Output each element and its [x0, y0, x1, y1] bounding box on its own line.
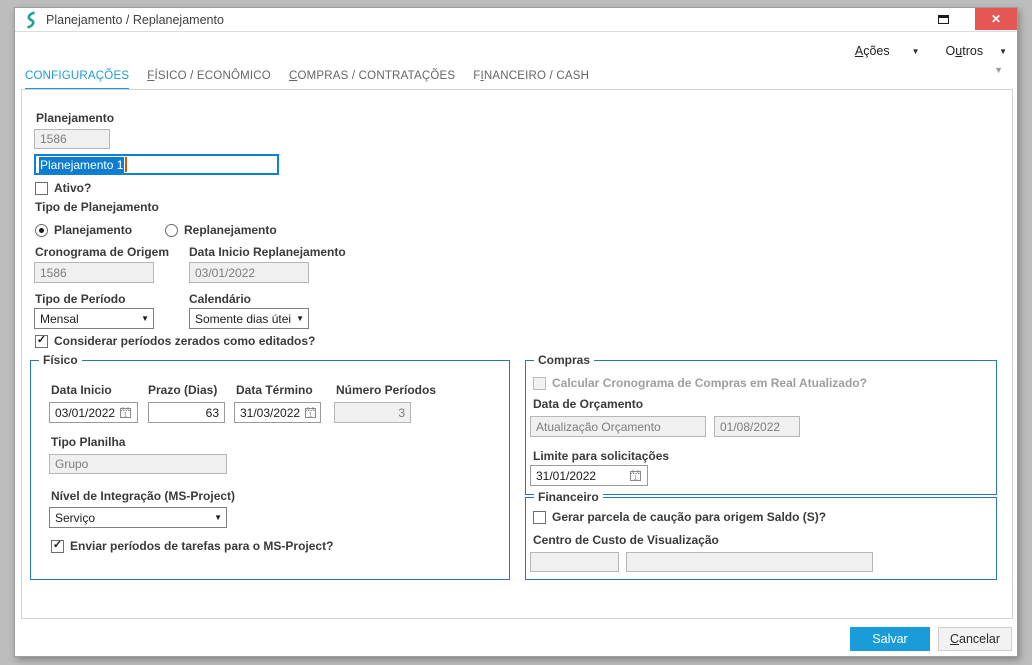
tab-compras-contratacoes[interactable]: COMPRAS / CONTRATAÇÕES	[289, 70, 455, 91]
outros-label: Outros	[945, 44, 984, 58]
financeiro-group: Financeiro Gerar parcela de caução para …	[525, 490, 997, 580]
checkbox-checked-icon: ✓	[35, 334, 48, 348]
tipo-planejamento-label: Tipo de Planejamento	[35, 200, 159, 214]
menubar: Ações ▼ Outros ▼	[855, 41, 1007, 61]
app-logo-icon	[23, 10, 38, 29]
checkbox-disabled-icon	[533, 376, 546, 390]
tipo-planilha-field: Grupo	[49, 454, 227, 474]
dropdown-arrow-icon: ▼	[296, 314, 304, 323]
tab-configuracoes[interactable]: CONFIGURAÇÕES	[25, 70, 130, 91]
tab-bar: CONFIGURAÇÕES FÍSICO / ECONÔMICO COMPRAS…	[25, 70, 589, 91]
dropdown-arrow-icon: ▼	[141, 314, 149, 323]
nivel-integracao-select[interactable]: Serviço ▼	[49, 507, 227, 528]
planejamento-id-field: 1586	[34, 129, 110, 149]
dropdown-arrow-icon: ▼	[214, 513, 222, 522]
checkbox-checked-icon: ✓	[51, 539, 64, 553]
compras-group-title: Compras	[534, 353, 595, 367]
limite-solicitacoes-field[interactable]: 31/01/2022 1	[530, 465, 648, 486]
acoes-label: Ações	[854, 44, 890, 58]
considerar-zerados-checkbox[interactable]: ✓ Considerar períodos zerados como edita…	[35, 334, 315, 348]
data-inicio-field[interactable]: 03/01/2022 1	[49, 402, 138, 423]
checkbox-icon	[533, 510, 546, 524]
cronograma-origem-label: Cronograma de Origem	[35, 245, 170, 259]
window-title: Planejamento / Replanejamento	[46, 12, 224, 27]
nivel-integracao-label: Nível de Integração (MS-Project)	[51, 489, 236, 503]
planejamento-nome-field[interactable]: Planejamento 1	[34, 154, 279, 175]
radio-planejamento[interactable]: Planejamento	[35, 223, 132, 237]
limite-solicitacoes-label: Limite para solicitações	[533, 449, 670, 463]
data-termino-label: Data Término	[236, 383, 313, 397]
radio-replanejamento[interactable]: Replanejamento	[165, 223, 277, 237]
configuracoes-panel: Planejamento 1586 Planejamento 1 Ativo? …	[21, 89, 1013, 619]
calcular-real-atualizado-checkbox: Calcular Cronograma de Compras em Real A…	[533, 376, 867, 390]
checkbox-icon	[35, 181, 48, 195]
acoes-menu-button[interactable]: Ações ▼	[855, 44, 920, 58]
fisico-group: Físico Data Inicio Prazo (Dias) Data Tér…	[30, 353, 510, 580]
calendar-icon[interactable]: 1	[629, 469, 642, 482]
chevron-down-icon: ▼	[911, 46, 920, 56]
svg-text:1: 1	[634, 475, 638, 482]
maximize-icon	[937, 14, 949, 24]
centro-custo-label: Centro de Custo de Visualização	[533, 533, 719, 547]
selected-text: Planejamento 1	[39, 156, 125, 173]
cancelar-button[interactable]: Cancelar	[938, 627, 1012, 651]
numero-periodos-label: Número Períodos	[336, 383, 437, 397]
fisico-group-title: Físico	[39, 353, 82, 367]
planejamento-label: Planejamento	[36, 111, 115, 125]
data-inicio-label: Data Inicio	[51, 383, 112, 397]
financeiro-group-title: Financeiro	[534, 490, 603, 504]
tipo-planilha-label: Tipo Planilha	[51, 435, 126, 449]
tipo-periodo-label: Tipo de Período	[35, 292, 126, 306]
tab-financeiro-cash[interactable]: FINANCEIRO / CASH	[473, 70, 589, 91]
compras-group: Compras Calcular Cronograma de Compras e…	[525, 353, 997, 495]
numero-periodos-field: 3	[334, 402, 411, 423]
data-orcamento-label: Data de Orçamento	[533, 397, 644, 411]
calendar-icon[interactable]: 1	[304, 406, 317, 419]
prazo-dias-label: Prazo (Dias)	[148, 383, 218, 397]
enviar-periodos-checkbox[interactable]: ✓ Enviar períodos de tarefas para o MS-P…	[51, 539, 333, 553]
maximize-button[interactable]	[931, 8, 955, 30]
app-window: Planejamento / Replanejamento ✕ Ações ▼ …	[14, 7, 1018, 657]
chevron-down-icon: ▼	[999, 46, 1007, 56]
ativo-checkbox[interactable]: Ativo?	[35, 181, 91, 195]
collapse-chevron-icon[interactable]: ▼	[994, 65, 1003, 75]
tab-fisico-economico[interactable]: FÍSICO / ECONÔMICO	[147, 70, 271, 91]
calendar-icon[interactable]: 1	[119, 406, 132, 419]
centro-custo-codigo-field	[530, 552, 619, 572]
outros-menu-button[interactable]: Outros ▼	[946, 44, 1007, 58]
calendario-label: Calendário	[189, 292, 252, 306]
calendario-select[interactable]: Somente dias útei ▼	[189, 308, 309, 329]
radio-icon	[165, 223, 178, 237]
salvar-button[interactable]: Salvar	[850, 627, 930, 651]
gerar-parcela-checkbox[interactable]: Gerar parcela de caução para origem Sald…	[533, 510, 826, 524]
prazo-dias-field[interactable]: 63	[148, 402, 225, 423]
data-inicio-replanejamento-field: 03/01/2022	[189, 262, 309, 283]
tipo-periodo-select[interactable]: Mensal ▼	[34, 308, 154, 329]
svg-text:1: 1	[124, 412, 128, 419]
data-orcamento-tipo-field: Atualização Orçamento	[530, 416, 706, 437]
close-button[interactable]: ✕	[975, 8, 1017, 30]
radio-icon	[35, 223, 48, 237]
svg-text:1: 1	[309, 412, 313, 419]
text-caret	[125, 157, 128, 172]
data-inicio-replanejamento-label: Data Inicio Replanejamento	[189, 245, 346, 259]
titlebar: Planejamento / Replanejamento ✕	[15, 8, 1017, 32]
cronograma-origem-field: 1586	[34, 262, 154, 283]
centro-custo-descricao-field	[626, 552, 873, 572]
data-orcamento-data-field: 01/08/2022	[714, 416, 800, 437]
close-icon: ✕	[990, 12, 1002, 26]
data-termino-field[interactable]: 31/03/2022 1	[234, 402, 321, 423]
